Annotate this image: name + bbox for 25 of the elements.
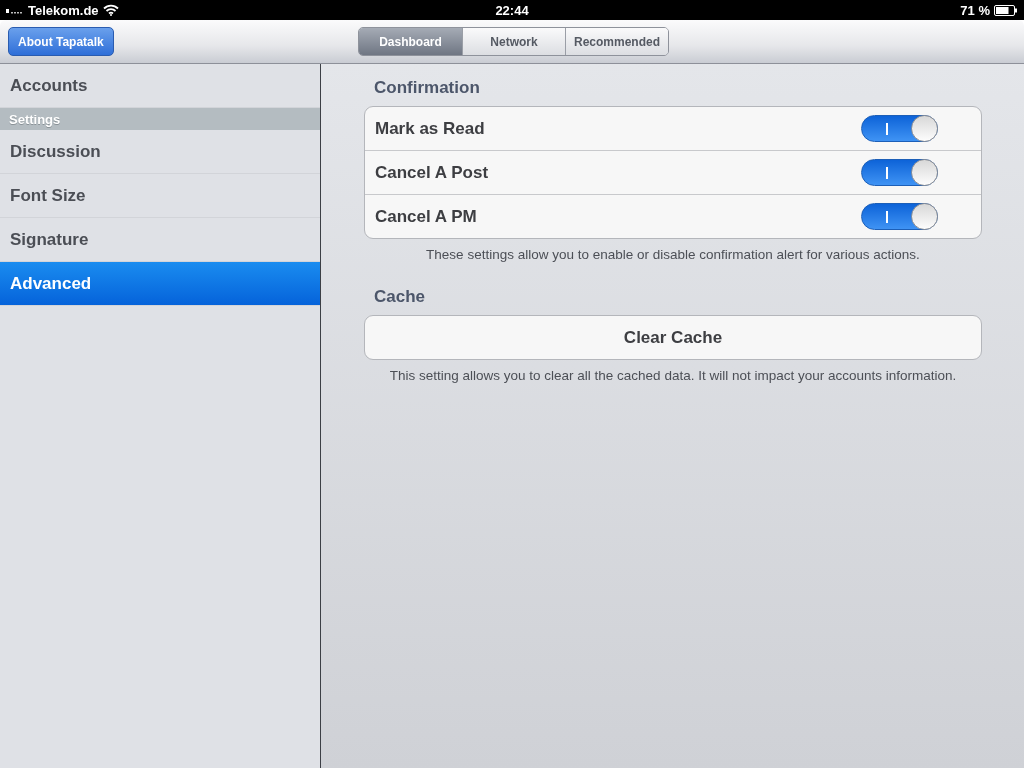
section-header: Settings: [0, 108, 320, 130]
group-title: Confirmation: [373, 77, 481, 99]
battery-percent: 71 %: [960, 2, 990, 18]
signal-icon: [6, 6, 24, 14]
setting-label: Mark as Read: [375, 118, 485, 139]
segment-tab[interactable]: Network: [462, 28, 565, 55]
segment-tab[interactable]: Recommended: [565, 28, 668, 55]
clock-time: 22:44: [495, 2, 529, 18]
group-title: Cache: [373, 286, 427, 308]
carrier-name: Telekom.de: [28, 2, 99, 18]
sidebar-item[interactable]: Discussion: [0, 130, 320, 174]
setting-label: Cancel A PM: [375, 206, 477, 227]
battery-icon: [994, 4, 1018, 16]
sidebar-item[interactable]: Advanced: [0, 262, 320, 306]
group-footer: This setting allows you to clear all the cached data. It will not impact your accounts information.: [389, 368, 957, 383]
about-button[interactable]: About Tapatalk: [8, 27, 114, 56]
segment-tab[interactable]: Dashboard: [359, 28, 462, 55]
wifi-icon: [102, 4, 119, 16]
toggle-switch[interactable]: [861, 203, 938, 230]
group-footer: These settings allow you to enable or disable confirmation alert for various actions.: [426, 247, 920, 262]
setting-label: Cancel A Post: [375, 162, 489, 183]
toggle-switch[interactable]: [861, 159, 938, 186]
clear-cache-button[interactable]: Clear Cache: [365, 316, 981, 359]
toggle-switch[interactable]: [861, 115, 938, 142]
sidebar-item[interactable]: Font Size: [0, 174, 320, 218]
